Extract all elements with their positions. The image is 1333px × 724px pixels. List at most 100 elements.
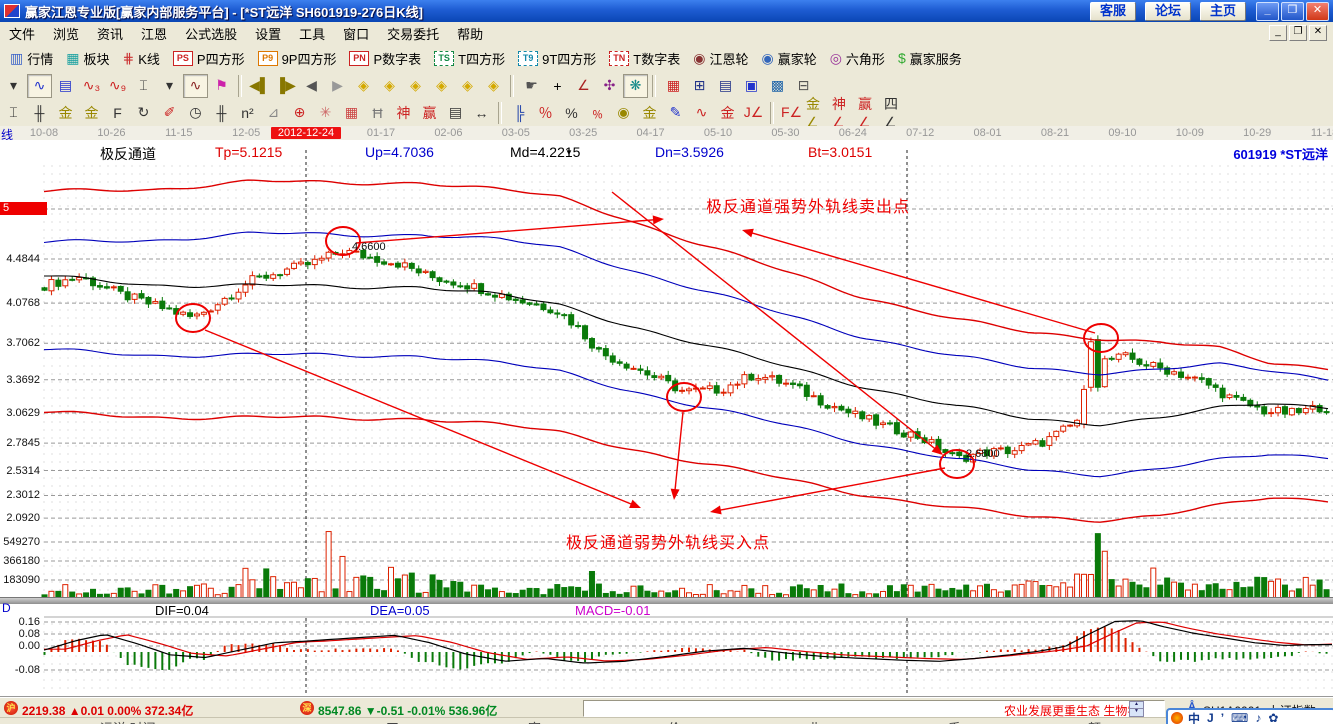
- tb2-diamond-expand-icon[interactable]: ◈: [455, 74, 480, 98]
- tb3-j-angle-icon[interactable]: J∠: [741, 101, 766, 125]
- tb2-bars-3-icon[interactable]: ∿₃: [79, 74, 104, 98]
- tb3-measure-tool-icon[interactable]: ╠: [507, 101, 532, 125]
- title-link-2[interactable]: 主页: [1200, 2, 1246, 21]
- tb2-gann-chart-icon[interactable]: ∿: [183, 74, 208, 98]
- tb2-next-bar-icon[interactable]: ▶: [325, 74, 350, 98]
- tb3-percent-line-icon[interactable]: ﹪: [585, 101, 610, 125]
- tb3-pen-marker-icon[interactable]: ✐: [157, 101, 182, 125]
- tb3-si-angle-icon[interactable]: 四∠: [883, 101, 908, 125]
- tb3-shen-comb-icon[interactable]: 神: [391, 101, 416, 125]
- toolbar1-t9-square[interactable]: T99T四方形: [515, 47, 599, 70]
- menu-设置[interactable]: 设置: [246, 22, 290, 45]
- ime-glyph[interactable]: ✿: [1268, 711, 1278, 724]
- menu-文件[interactable]: 文件: [0, 22, 44, 45]
- input-method-bar[interactable]: 中J ’ ⌨ ♪ ✿: [1166, 708, 1333, 724]
- title-link-0[interactable]: 客服: [1090, 2, 1136, 21]
- tb3-width-arrows-icon[interactable]: ↔: [469, 101, 494, 125]
- tb3-gold-angle-icon[interactable]: 金∠: [805, 101, 830, 125]
- toolbar1-winner-wheel[interactable]: ◉赢家轮: [758, 47, 819, 70]
- toolbar1-p-number-table[interactable]: PNP数字表: [346, 47, 424, 70]
- tb2-diamond-hmove-icon[interactable]: ◈: [403, 74, 428, 98]
- tb3-comb-2-icon[interactable]: ╫: [209, 101, 234, 125]
- tb2-candle-dropdown-icon[interactable]: ▾: [157, 74, 182, 98]
- tb3-n-square-icon[interactable]: n²: [235, 101, 260, 125]
- tb3-shen-angle-icon[interactable]: 神∠: [831, 101, 856, 125]
- toolbar1-sectors[interactable]: ▦板块: [63, 47, 112, 70]
- tb3-gold-line-icon[interactable]: 金: [637, 101, 662, 125]
- menu-帮助[interactable]: 帮助: [448, 22, 492, 45]
- tb3-ying-comb-icon[interactable]: 赢: [417, 101, 442, 125]
- tb2-smart-tool-icon[interactable]: ❋: [623, 74, 648, 98]
- ime-glyph[interactable]: ♪: [1255, 711, 1261, 724]
- toolbar1-quotes[interactable]: ▥行情: [7, 47, 56, 70]
- tb3-f-angle-icon[interactable]: F∠: [779, 101, 804, 125]
- tb3-percent-red-icon[interactable]: ％: [533, 101, 558, 125]
- tb3-ruler-tool-icon[interactable]: ⌶: [1, 101, 26, 125]
- tb3-angle-gray-icon[interactable]: ⊿: [261, 101, 286, 125]
- tb2-save-disk-icon[interactable]: ▣: [739, 74, 764, 98]
- title-bar[interactable]: 赢家江恩专业版[赢家内部服务平台] - [*ST远洋 SH601919-276日…: [0, 0, 1333, 22]
- mdi-restore-button[interactable]: ❐: [1289, 25, 1307, 41]
- tb2-gann-fan-tool-icon[interactable]: ✣: [597, 74, 622, 98]
- menu-江恩[interactable]: 江恩: [132, 22, 176, 45]
- ime-glyph[interactable]: 中: [1188, 710, 1200, 724]
- tb3-gold-comb-2-icon[interactable]: 金: [79, 101, 104, 125]
- tb2-crosshair-tool-icon[interactable]: +: [545, 74, 570, 98]
- tb3-web-tool-icon[interactable]: ✳: [313, 101, 338, 125]
- tb3-circle-cross-icon[interactable]: ⊕: [287, 101, 312, 125]
- toolbar1-winner-service[interactable]: $赢家服务: [895, 47, 965, 70]
- toolbar1-t-square[interactable]: TST四方形: [431, 47, 508, 70]
- menu-公式选股[interactable]: 公式选股: [176, 22, 246, 45]
- tb2-diamond-full-icon[interactable]: ◈: [481, 74, 506, 98]
- mdi-close-button[interactable]: ✕: [1309, 25, 1327, 41]
- toolbar1-p9-square[interactable]: P99P四方形: [255, 47, 340, 70]
- ime-glyph[interactable]: ⌨: [1231, 711, 1248, 724]
- ime-glyph[interactable]: ’: [1221, 711, 1224, 724]
- tb2-network-icon[interactable]: ▩: [765, 74, 790, 98]
- tb2-dropdown-arrow-icon[interactable]: ▾: [1, 74, 26, 98]
- tb3-gold-circle-icon[interactable]: ◉: [611, 101, 636, 125]
- tb3-pen-blue-icon[interactable]: ✎: [663, 101, 688, 125]
- tb2-quote-board-icon[interactable]: ▤: [53, 74, 78, 98]
- tb3-percent-icon[interactable]: %: [559, 101, 584, 125]
- chart-area[interactable]: 极反通道 ▼ 601919 *ST远洋 5 极反通道强势外轨线卖出点 极反通道弱…: [0, 140, 1333, 697]
- tb2-color-flag-icon[interactable]: ⚑: [209, 74, 234, 98]
- tb2-bars-9-icon[interactable]: ∿₉: [105, 74, 130, 98]
- menu-资讯[interactable]: 资讯: [88, 22, 132, 45]
- message-box[interactable]: 农业发展更重生态 生物农 ▲ ▼: [583, 700, 1165, 717]
- close-button[interactable]: ✕: [1306, 2, 1329, 21]
- tb2-candle-style-icon[interactable]: ⌶: [131, 74, 156, 98]
- tb2-hand-tool-icon[interactable]: ☛: [519, 74, 544, 98]
- tb2-first-page-icon[interactable]: ◀▌: [247, 74, 272, 98]
- tb3-ruler-123-icon[interactable]: ▤: [443, 101, 468, 125]
- tb2-diamond-left-icon[interactable]: ◈: [351, 74, 376, 98]
- tb3-spiral-tool-icon[interactable]: ↻: [131, 101, 156, 125]
- minimize-button[interactable]: _: [1256, 2, 1279, 21]
- tb2-diamond-right-icon[interactable]: ◈: [377, 74, 402, 98]
- menu-窗口[interactable]: 窗口: [334, 22, 378, 45]
- restore-button[interactable]: ❐: [1281, 2, 1304, 21]
- spinner-down-button[interactable]: ▼: [1129, 708, 1144, 717]
- tb2-trend-chart-icon[interactable]: ∿: [27, 74, 52, 98]
- tb2-calendar-icon[interactable]: ▦: [661, 74, 686, 98]
- tb3-wave-red-icon[interactable]: ∿: [689, 101, 714, 125]
- tb2-calculator-icon[interactable]: ⊞: [687, 74, 712, 98]
- tb3-ying-angle-icon[interactable]: 赢∠: [857, 101, 882, 125]
- ime-glyph[interactable]: J: [1207, 711, 1214, 724]
- tb3-web-square-icon[interactable]: ▦: [339, 101, 364, 125]
- title-link-1[interactable]: 论坛: [1145, 2, 1191, 21]
- mdi-minimize-button[interactable]: _: [1269, 25, 1287, 41]
- tb3-h-mark-icon[interactable]: Ħ: [365, 101, 390, 125]
- tb2-prev-bar-icon[interactable]: ◀: [299, 74, 324, 98]
- tb2-diamond-compress-icon[interactable]: ◈: [429, 74, 454, 98]
- toolbar1-t-number-table[interactable]: TNT数字表: [606, 47, 683, 70]
- toolbar1-hexagon[interactable]: ◎六角形: [827, 47, 888, 70]
- menu-浏览[interactable]: 浏览: [44, 22, 88, 45]
- toolbar1-p-square[interactable]: PSP四方形: [170, 47, 248, 70]
- tb3-f-comb-icon[interactable]: F: [105, 101, 130, 125]
- tb2-angle-tool-icon[interactable]: ∠: [571, 74, 596, 98]
- toolbar1-kline[interactable]: ⋕K线: [120, 47, 163, 70]
- tb3-gold-red-line-icon[interactable]: 金: [715, 101, 740, 125]
- menu-工具[interactable]: 工具: [290, 22, 334, 45]
- tb2-notes-icon[interactable]: ▤: [713, 74, 738, 98]
